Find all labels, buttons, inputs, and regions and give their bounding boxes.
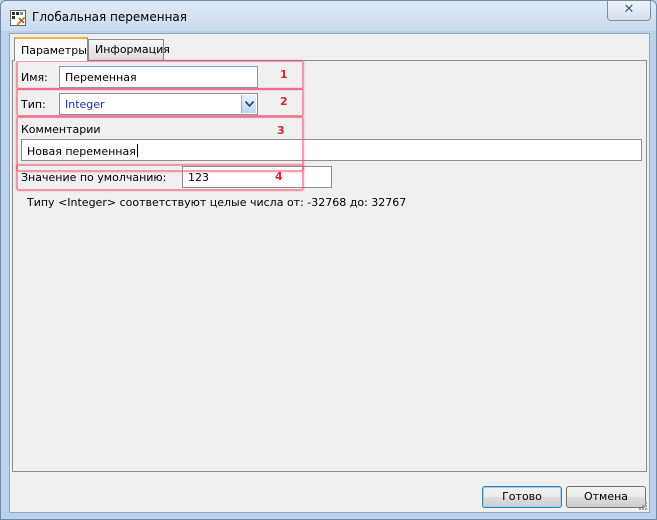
parameters-panel: Имя: Переменная Тип: Integer Комментарии… [12,60,647,472]
tab-label: Параметры [21,44,87,57]
annotation-3: 3 [277,124,285,137]
annotation-2: 2 [280,95,288,108]
annotation-1: 1 [280,68,288,81]
ok-button-label: Готово [502,490,542,503]
comment-label: Комментарии [21,123,101,136]
text-cursor [136,144,138,157]
name-field[interactable]: Переменная [59,66,258,88]
default-value-label: Значение по умолчанию: [21,171,167,184]
dropdown-button[interactable] [241,95,256,113]
window-title: Глобальная переменная [32,10,187,24]
tab-information[interactable]: Информация [88,39,170,60]
comment-value: Новая переменная [27,145,136,158]
dialog-client-area: Параметры Информация Имя: Переменная Тип… [9,33,650,513]
comment-field[interactable]: Новая переменная [21,139,642,161]
cancel-button[interactable]: Отмена [566,486,646,508]
name-label: Имя: [21,71,48,84]
default-value-field[interactable]: 123 [182,166,332,188]
tab-parameters[interactable]: Параметры [14,37,88,61]
type-select[interactable]: Integer [59,93,258,115]
close-icon: ✕ [623,2,635,17]
chevron-down-icon [245,101,254,107]
close-button[interactable]: ✕ [607,1,651,21]
title-bar[interactable]: Глобальная переменная ✕ [1,1,656,33]
ok-button[interactable]: Готово [482,486,562,508]
name-value: Переменная [65,71,137,84]
type-range-info: Типу <Integer> соответствуют целые числа… [27,196,407,209]
variable-icon [10,10,26,26]
default-value: 123 [188,171,209,184]
annotation-4: 4 [275,170,283,183]
tab-label: Информация [95,43,170,56]
cancel-button-label: Отмена [583,490,629,503]
type-label: Тип: [21,98,46,111]
dialog-window: Глобальная переменная ✕ Параметры Информ… [0,0,657,520]
type-value: Integer [65,98,105,111]
resize-grip-icon[interactable] [638,501,648,511]
